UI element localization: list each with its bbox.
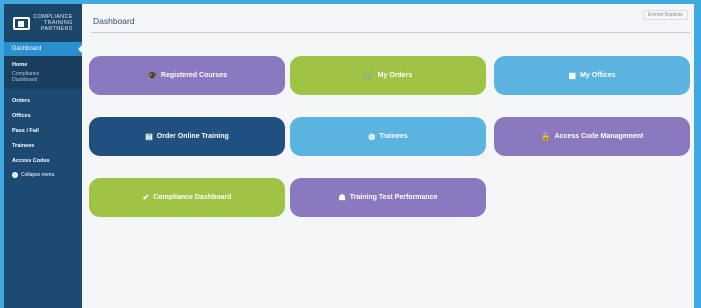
logo-text: COMPLIANCE TRAINING PARTNERS — [33, 14, 72, 32]
tile-compliance-dashboard[interactable]: ✔ Compliance Dashboard — [89, 178, 285, 217]
sidebar: COMPLIANCE TRAINING PARTNERS Dashboard H… — [4, 4, 82, 308]
tile-training-test-performance[interactable]: ☗ Training Test Performance — [290, 178, 486, 217]
tile-registered-courses[interactable]: 🎓 Registered Courses — [89, 56, 285, 95]
sidebar-item-pass-fail[interactable]: Pass / Fail — [4, 124, 82, 139]
sidebar-item-offices[interactable]: Offices — [4, 109, 82, 124]
company-logo[interactable]: COMPLIANCE TRAINING PARTNERS — [4, 4, 82, 42]
tile-trainees[interactable]: ◍ Trainees — [290, 117, 486, 156]
user-menu-button[interactable]: Emmet Baptiste — [642, 10, 688, 20]
app-window: COMPLIANCE TRAINING PARTNERS Dashboard H… — [4, 4, 694, 308]
sidebar-item-orders[interactable]: Orders — [4, 94, 82, 109]
building-icon: ▦ — [568, 71, 577, 80]
logo-line-3: PARTNERS — [40, 26, 73, 32]
title-divider — [91, 32, 690, 33]
sidebar-nav-list: Orders Offices Pass / Fail Trainees Acce… — [4, 89, 82, 181]
tile-label: Trainees — [379, 133, 408, 140]
sidebar-item-dashboard[interactable]: Dashboard — [4, 42, 82, 56]
sidebar-subitem-dashboard[interactable]: Dashboard — [4, 77, 82, 83]
collapse-icon: ‹ — [12, 172, 18, 178]
tile-label: Order Online Training — [156, 133, 229, 140]
person-icon: ☗ — [338, 193, 346, 202]
check-circle-icon: ✔ — [142, 193, 150, 202]
tile-my-orders[interactable]: 🛒 My Orders — [290, 56, 486, 95]
tile-label: My Orders — [377, 72, 413, 79]
page-title: Dashboard — [93, 16, 135, 26]
tile-label: My Offices — [580, 72, 616, 79]
tile-access-code-management[interactable]: 🔒 Access Code Management — [494, 117, 690, 156]
tile-label: Training Test Performance — [349, 194, 438, 201]
tile-label: Registered Courses — [160, 72, 228, 79]
sidebar-item-access-codes[interactable]: Access Codes — [4, 154, 82, 169]
tile-label: Compliance Dashboard — [153, 194, 232, 201]
document-icon: ▤ — [145, 132, 153, 141]
sidebar-group-home: Home Compliance Dashboard — [4, 56, 82, 89]
collapse-menu-button[interactable]: ‹ Collapse menu — [4, 169, 82, 181]
main-content: Dashboard Emmet Baptiste 🎓 Registered Co… — [82, 4, 694, 308]
sidebar-item-home[interactable]: Home — [4, 60, 82, 71]
sidebar-item-trainees[interactable]: Trainees — [4, 139, 82, 154]
tile-my-offices[interactable]: ▦ My Offices — [494, 56, 690, 95]
graduation-cap-icon: 🎓 — [146, 71, 157, 80]
globe-icon: ◍ — [368, 132, 376, 141]
logo-icon — [13, 16, 31, 30]
lock-icon: 🔒 — [540, 132, 551, 141]
tile-order-online-training[interactable]: ▤ Order Online Training — [89, 117, 285, 156]
cart-icon: 🛒 — [363, 71, 374, 80]
tile-label: Access Code Management — [554, 133, 644, 140]
collapse-menu-label: Collapse menu — [21, 172, 55, 178]
